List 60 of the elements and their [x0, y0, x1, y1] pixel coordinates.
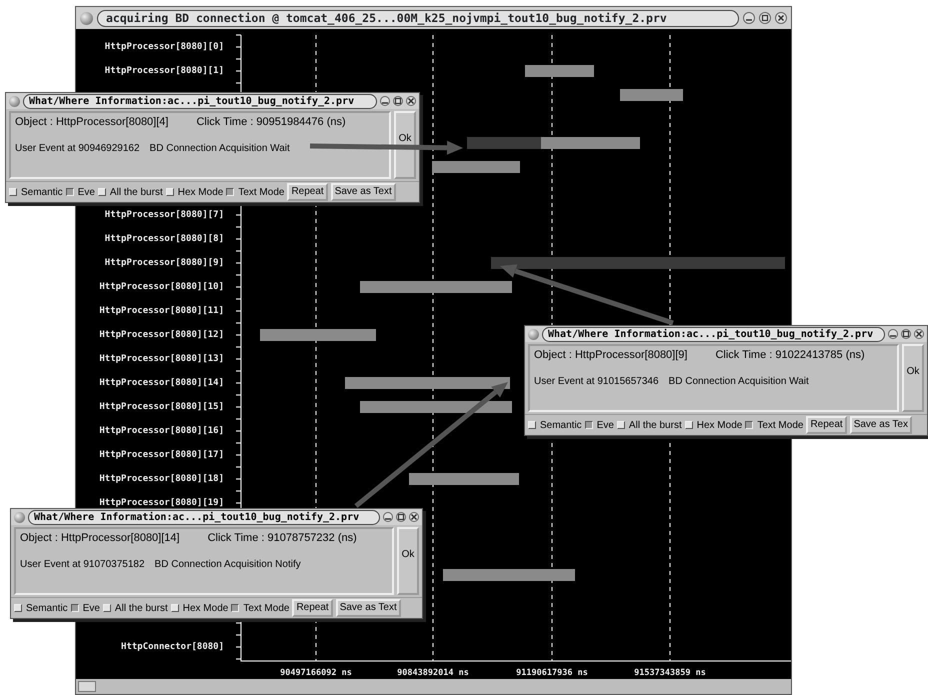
row-label: HttpProcessor[8080][12] [99, 330, 224, 340]
checkbox-label: Hex Mode [182, 602, 228, 616]
event-name-text: BD Connection Acquisition Wait [150, 142, 290, 156]
row-label: HttpConnector[8080] [121, 642, 224, 652]
checkbox-label: Semantic [21, 186, 63, 200]
row-label: HttpProcessor[8080][10] [99, 282, 224, 292]
action-button[interactable]: Save as Text [330, 183, 396, 201]
action-button[interactable]: Repeat [292, 599, 333, 617]
row-label: HttpProcessor[8080][0] [104, 42, 224, 52]
row-label: HttpProcessor[8080][15] [99, 402, 224, 412]
axis-label: 91190617936 ns [516, 668, 588, 678]
window-title: What/Where Information:ac...pi_tout10_bug_notify_2.prv [23, 94, 377, 108]
checkbox-label: Text Mode [757, 418, 804, 432]
object-text: Object : HttpProcessor[8080][14] [20, 531, 180, 546]
axis-label: 90843892014 ns [397, 668, 469, 678]
action-button[interactable]: Repeat [287, 183, 328, 201]
checkbox-label: Eve [596, 418, 614, 432]
row-label: HttpProcessor[8080][16] [99, 426, 224, 436]
checkbox-label: Eve [82, 602, 100, 616]
checkbox-label: All the burst [110, 186, 163, 200]
row-label: HttpProcessor[8080][13] [99, 354, 224, 364]
event-time-text: User Event at 90946929162 [15, 142, 140, 156]
checkbox-label: All the burst [114, 602, 168, 616]
checkbox-label: Hex Mode [696, 418, 742, 432]
window-title: acquiring BD connection @ tomcat_406_25...00M_k25_nojvmpi_tout10_bug_notify_2.prv [97, 10, 739, 26]
row-label: HttpProcessor[8080][18] [99, 474, 224, 484]
object-text: Object : HttpProcessor[8080][9] [534, 348, 688, 363]
checkbox-label: Eve [78, 186, 95, 200]
event-name-text: BD Connection Acquisition Wait [668, 374, 809, 388]
axis-label: 91537343859 ns [634, 668, 706, 678]
row-label: HttpProcessor[8080][1] [104, 66, 224, 76]
row-label: HttpProcessor[8080][11] [99, 306, 224, 316]
action-button[interactable]: Save as Text [336, 599, 401, 617]
window-title: What/Where Information:ac...pi_tout10_bug_notify_2.prv [542, 326, 885, 342]
checkbox-label: Semantic [26, 602, 68, 616]
axis-label: 90497166092 ns [280, 668, 352, 678]
action-button[interactable]: Repeat [806, 416, 847, 434]
checkbox-label: Text Mode [243, 602, 290, 616]
checkbox-label: Text Mode [238, 186, 284, 200]
checkbox-label: Semantic [540, 418, 582, 432]
ok-button[interactable]: Ok [902, 344, 924, 412]
object-text: Object : HttpProcessor[8080][4] [15, 115, 168, 130]
click-time-text: Click Time : 90951984476 (ns) [196, 115, 346, 130]
ok-button[interactable]: Ok [394, 111, 416, 179]
row-label: HttpProcessor[8080][17] [99, 450, 224, 460]
click-time-text: Click Time : 91078757232 (ns) [208, 531, 357, 546]
click-time-text: Click Time : 91022413785 (ns) [715, 348, 865, 363]
action-button[interactable]: Save as Tex [850, 416, 912, 434]
row-label: HttpProcessor[8080][7] [104, 210, 224, 220]
row-label: HttpProcessor[8080][9] [104, 258, 224, 268]
window-title: What/Where Information:ac...pi_tout10_bug_notify_2.prv [28, 510, 380, 524]
checkbox-label: All the burst [628, 418, 682, 432]
row-label: HttpProcessor[8080][14] [99, 378, 224, 388]
checkbox-label: Hex Mode [178, 186, 224, 200]
event-time-text: User Event at 91015657346 [534, 374, 659, 388]
row-label: HttpProcessor[8080][8] [104, 234, 224, 244]
event-name-text: BD Connection Acquisition Notify [154, 558, 301, 572]
event-time-text: User Event at 91070375182 [20, 558, 145, 572]
ok-button[interactable]: Ok [397, 527, 419, 595]
row-label: HttpProcessor[8080][19] [99, 498, 224, 508]
